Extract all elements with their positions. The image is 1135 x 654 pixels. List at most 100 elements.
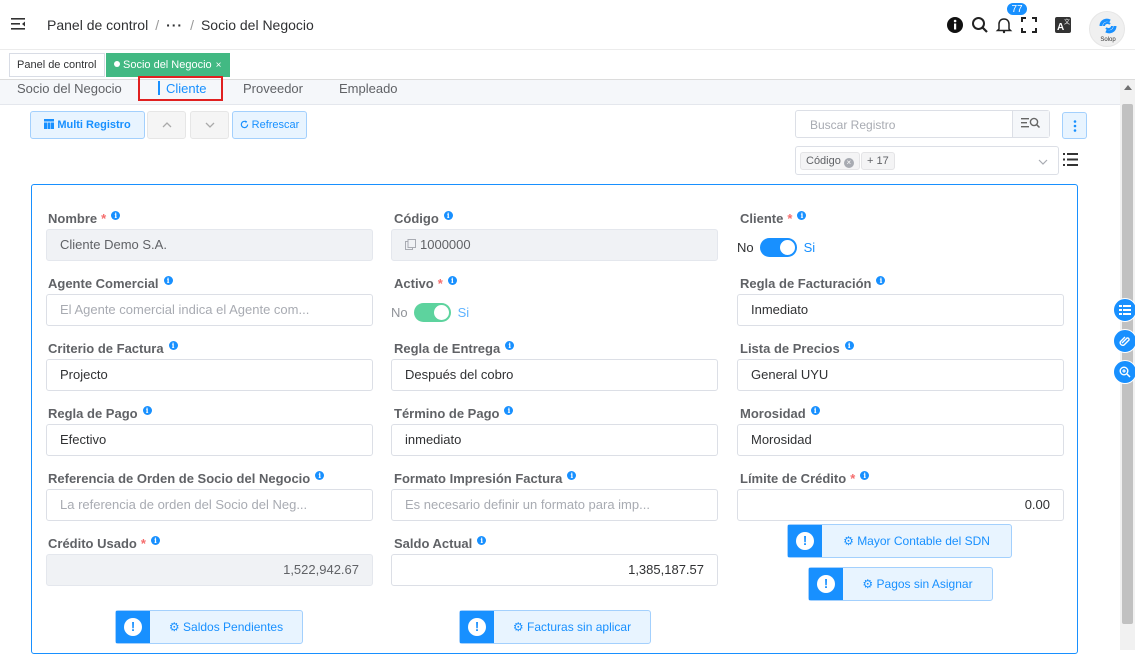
list-view-icon[interactable] <box>1063 152 1078 167</box>
fullscreen-icon[interactable] <box>1020 16 1038 34</box>
regla-entrega-field[interactable]: Después del cobro <box>391 359 718 391</box>
termino-pago-label: Término de Pago i <box>394 406 514 421</box>
alert-icon: ! <box>460 611 494 643</box>
more-options-button[interactable] <box>1062 112 1087 139</box>
chevron-up-icon <box>162 122 171 128</box>
info-icon: i <box>860 471 870 480</box>
search-record-input[interactable]: Buscar Registro <box>795 110 1050 138</box>
cliente-switch-on-label: Si <box>803 240 816 255</box>
saldo-actual-field[interactable]: 1,385,187.57 <box>391 554 718 586</box>
morosidad-field[interactable]: Morosidad <box>737 424 1064 456</box>
credito-usado-field[interactable]: 1,522,942.67 <box>46 554 373 586</box>
zoom-button[interactable] <box>1113 360 1135 384</box>
gear-icon: ⚙ <box>843 534 854 548</box>
regla-pago-label: Regla de Pago i <box>48 406 152 421</box>
criterio-factura-label: Criterio de Factura i <box>48 341 178 356</box>
panel-list-button[interactable] <box>1113 298 1135 322</box>
tag-current-label: Socio del Negocio <box>123 59 212 71</box>
selection-highlight <box>138 76 223 101</box>
info-icon: i <box>168 341 178 350</box>
regla-entrega-label: Regla de Entrega i <box>394 341 515 356</box>
top-navbar: Panel de control / ··· / Socio del Negocio 7… <box>0 0 1135 50</box>
info-icon: i <box>505 341 515 350</box>
language-icon[interactable]: A文 <box>1054 16 1072 34</box>
avatar-label: Solop <box>1100 37 1116 43</box>
tag-socio-negocio[interactable]: Socio del Negocio × <box>106 53 230 77</box>
pagos-sin-asignar-button[interactable]: ! ⚙ Pagos sin Asignar <box>808 567 993 601</box>
saldo-actual-label: Saldo Actual i <box>394 536 487 551</box>
chip-close-icon[interactable]: × <box>843 158 854 168</box>
previous-record-button[interactable] <box>147 111 186 139</box>
paperclip-icon <box>1119 336 1130 346</box>
attachment-button[interactable] <box>1113 329 1135 353</box>
saldos-pendientes-button[interactable]: ! ⚙ Saldos Pendientes <box>115 610 303 644</box>
bell-icon[interactable] <box>995 16 1013 34</box>
multi-record-button[interactable]: Multi Registro <box>30 111 145 139</box>
columns-select[interactable]: Código × + 17 <box>795 146 1059 175</box>
chip-code-label: Código <box>806 155 841 167</box>
more-vertical-icon <box>1073 120 1076 132</box>
chevron-down-icon <box>1038 159 1048 165</box>
breadcrumb-root[interactable]: Panel de control <box>47 17 148 33</box>
alert-icon: ! <box>788 525 822 557</box>
codigo-field[interactable]: 1000000 <box>391 229 718 261</box>
termino-pago-field[interactable]: inmediato <box>391 424 718 456</box>
list-icon <box>1119 305 1131 315</box>
info-icon: i <box>504 406 514 415</box>
referencia-orden-label: Referencia de Orden de Socio del Negocio… <box>48 471 325 486</box>
next-record-button[interactable] <box>190 111 229 139</box>
activo-switch[interactable] <box>413 303 451 322</box>
criterio-factura-field[interactable]: Projecto <box>46 359 373 391</box>
info-icon: i <box>150 536 160 545</box>
cliente-switch[interactable] <box>759 238 797 257</box>
nombre-field[interactable]: Cliente Demo S.A. <box>46 229 373 261</box>
agente-comercial-field[interactable]: El Agente comercial indica el Agente com… <box>46 294 373 326</box>
nombre-label: Nombre * i <box>48 211 121 226</box>
solop-logo-icon <box>1099 18 1117 34</box>
info-icon: i <box>443 211 453 220</box>
info-icon: i <box>810 406 820 415</box>
scroll-up-icon[interactable] <box>1124 85 1132 90</box>
cliente-switch-off-label: No <box>737 240 754 255</box>
refresh-button[interactable]: Refrescar <box>232 111 307 139</box>
tab-socio-negocio[interactable]: Socio del Negocio <box>17 80 122 105</box>
info-icon[interactable] <box>946 16 964 34</box>
grid-icon <box>44 119 55 129</box>
pagos-sin-asignar-label: Pagos sin Asignar <box>876 577 973 591</box>
facturas-sin-aplicar-button[interactable]: ! ⚙ Facturas sin aplicar <box>459 610 651 644</box>
search-icon[interactable] <box>971 16 989 34</box>
info-icon: i <box>567 471 577 480</box>
filter-search-icon <box>1021 117 1041 129</box>
info-icon: i <box>111 211 121 220</box>
credito-usado-label: Crédito Usado * i <box>48 536 160 551</box>
tab-empleado[interactable]: Empleado <box>339 80 398 105</box>
limite-credito-field[interactable]: 0.00 <box>737 489 1064 521</box>
tag-dashboard[interactable]: Panel de control <box>9 53 105 77</box>
info-icon: i <box>876 276 886 285</box>
info-icon: i <box>315 471 325 480</box>
formato-impresion-field[interactable]: Es necesario definir un formato para imp… <box>391 489 718 521</box>
refresh-label: Refrescar <box>251 119 300 131</box>
gear-icon: ⚙ <box>512 620 524 634</box>
lista-precios-label: Lista de Precios i <box>740 341 854 356</box>
regla-facturacion-field[interactable]: Inmediato <box>737 294 1064 326</box>
referencia-orden-field[interactable]: La referencia de orden del Socio del Neg… <box>46 489 373 521</box>
info-icon: i <box>797 211 807 220</box>
menu-fold-icon[interactable] <box>10 16 26 32</box>
multi-record-label: Multi Registro <box>57 119 131 131</box>
morosidad-label: Morosidad i <box>740 406 820 421</box>
breadcrumb-ellipsis[interactable]: ··· <box>166 17 183 33</box>
active-dot-icon <box>114 61 120 67</box>
advanced-search-button[interactable] <box>1012 111 1049 137</box>
regla-pago-field[interactable]: Efectivo <box>46 424 373 456</box>
mayor-contable-button[interactable]: ! ⚙ Mayor Contable del SDN <box>787 524 1012 558</box>
column-chip-codigo[interactable]: Código × <box>800 152 860 170</box>
user-avatar[interactable]: Solop <box>1089 11 1125 47</box>
info-icon: i <box>447 276 457 285</box>
copy-icon <box>405 239 416 250</box>
lista-precios-field[interactable]: General UYU <box>737 359 1064 391</box>
gear-icon: ⚙ <box>862 577 874 591</box>
chevron-down-icon <box>205 122 214 128</box>
tab-proveedor[interactable]: Proveedor <box>243 80 303 105</box>
tag-close-icon[interactable]: × <box>216 60 222 71</box>
